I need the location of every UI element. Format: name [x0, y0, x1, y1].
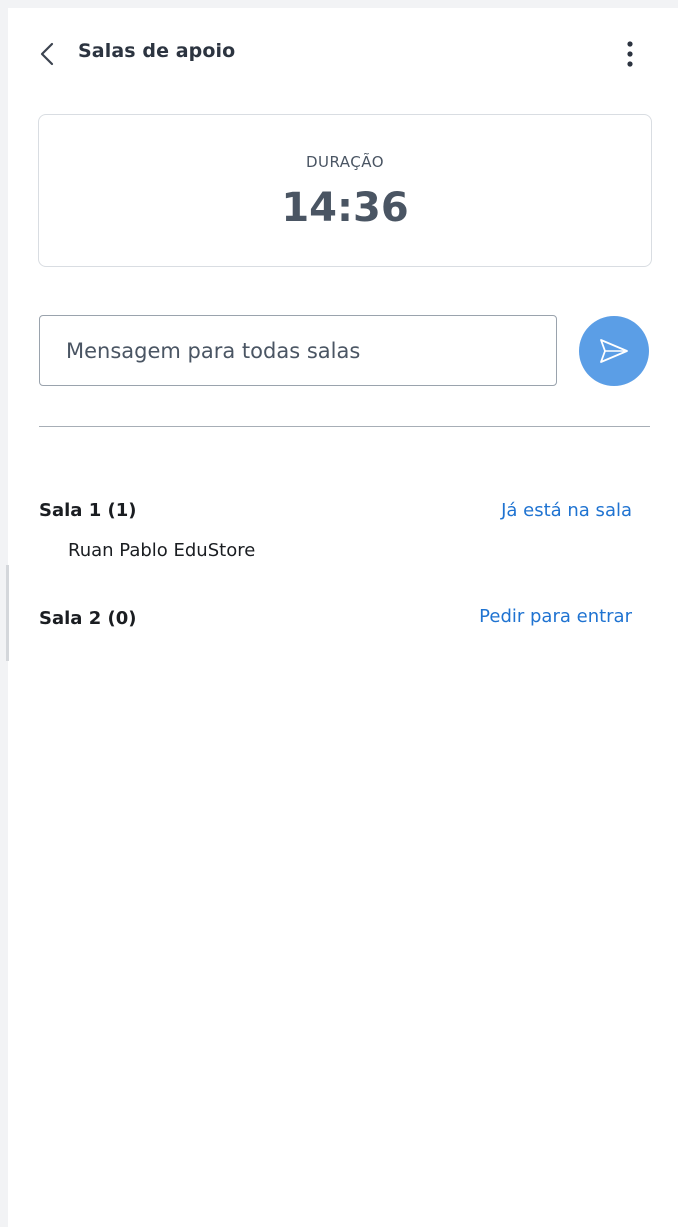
- room-1-participant: Ruan Pablo EduStore: [68, 540, 256, 561]
- room-2-name: Sala 2 (0): [39, 608, 137, 629]
- chevron-left-icon: [40, 42, 54, 66]
- more-vertical-icon: [627, 41, 633, 67]
- back-button[interactable]: [34, 36, 64, 72]
- room-2-join-request-link[interactable]: Pedir para entrar: [479, 606, 632, 627]
- send-message-button[interactable]: [579, 316, 649, 386]
- breakout-rooms-panel: Salas de apoio DURAÇÃO 14:36 Sala 1 (1) …: [8, 8, 678, 1227]
- duration-card: DURAÇÃO 14:36: [38, 114, 652, 267]
- room-1-name: Sala 1 (1): [39, 500, 137, 521]
- more-options-button[interactable]: [616, 36, 644, 76]
- duration-label: DURAÇÃO: [305, 153, 385, 171]
- divider: [39, 426, 650, 427]
- resize-handle[interactable]: [6, 565, 9, 661]
- duration-timer: 14:36: [281, 185, 409, 231]
- room-1-status-link[interactable]: Já está na sala: [501, 500, 632, 521]
- message-all-rooms-input[interactable]: [39, 315, 557, 386]
- page-title: Salas de apoio: [78, 40, 236, 62]
- send-icon: [600, 339, 628, 363]
- panel-header: Salas de apoio: [8, 8, 678, 98]
